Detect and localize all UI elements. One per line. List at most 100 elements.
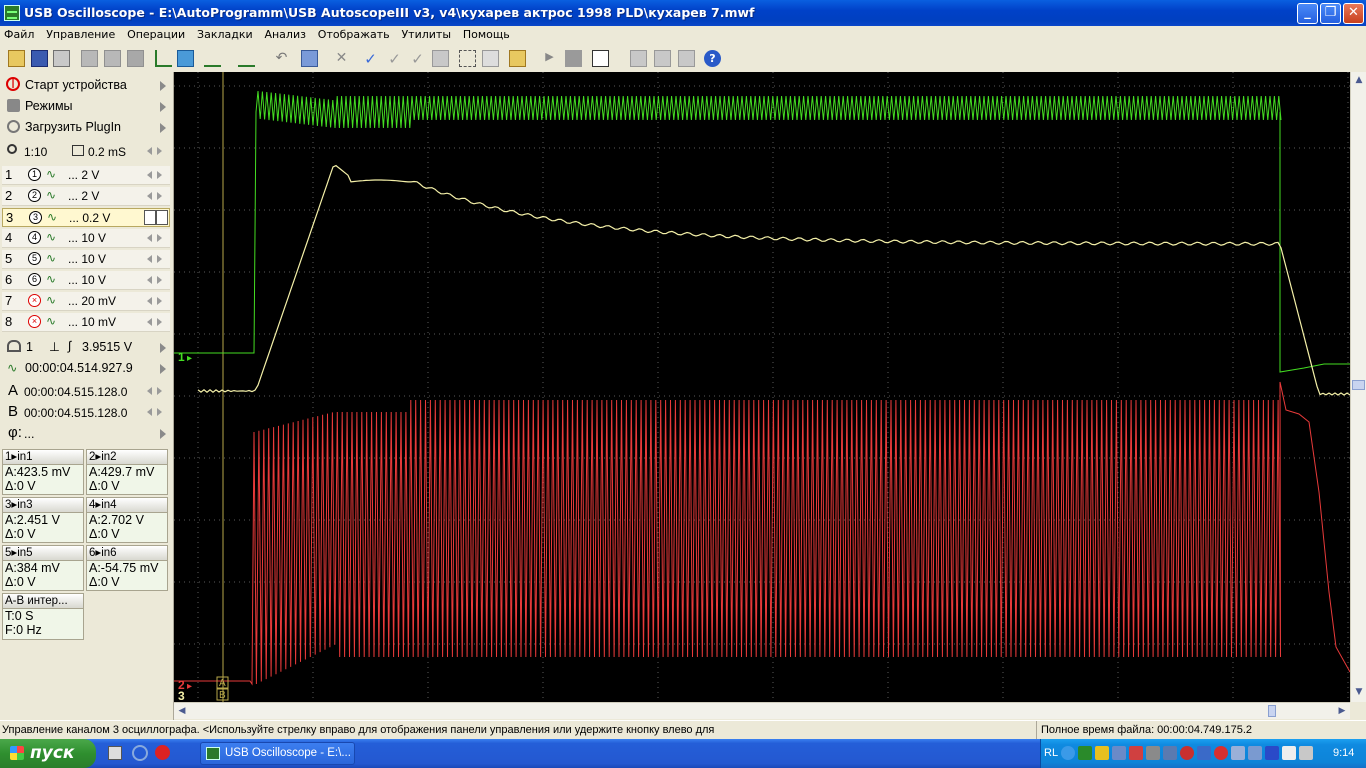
alert-icon[interactable] xyxy=(1129,746,1143,760)
paste-icon[interactable] xyxy=(104,50,121,67)
channel-toggle[interactable]: 5 xyxy=(28,252,41,265)
chevron-left-icon[interactable] xyxy=(147,147,152,155)
channel-sensitivity[interactable]: ... 10 mV xyxy=(68,315,116,329)
undo-icon[interactable]: ↶ xyxy=(273,50,290,67)
chevron-right-icon[interactable] xyxy=(157,255,162,263)
taskbar-task-oscilloscope[interactable]: USB Oscilloscope - E:\... xyxy=(200,742,355,765)
chevron-left-icon[interactable] xyxy=(147,171,152,179)
waveform-plot[interactable]: 1 ▸ 2 ▸ 3 A B xyxy=(174,72,1350,702)
coupling-icon[interactable]: ∿ xyxy=(46,251,56,265)
chevron-left-icon[interactable] xyxy=(147,192,152,200)
measure-box-in4[interactable]: 4▸in4 A:2.702 V Δ:0 V xyxy=(86,497,168,543)
menu-file[interactable]: Файл xyxy=(0,26,38,41)
copy-icon[interactable] xyxy=(81,50,98,67)
marker-icon[interactable] xyxy=(177,50,194,67)
language-indicator[interactable]: RL xyxy=(1044,747,1058,759)
monitor-icon[interactable] xyxy=(1112,746,1126,760)
chevron-left-icon[interactable] xyxy=(147,234,152,242)
interval-box[interactable]: A-B интер... T:0 S F:0 Hz xyxy=(2,593,84,640)
chat-icon[interactable] xyxy=(1231,746,1245,760)
page-icon[interactable] xyxy=(432,50,449,67)
channel-1-marker[interactable]: 1 xyxy=(178,350,185,364)
coupling-icon[interactable]: ∿ xyxy=(46,230,56,244)
network-icon[interactable] xyxy=(1078,746,1092,760)
coupling-icon[interactable]: ∿ xyxy=(46,293,56,307)
chevron-left-icon[interactable] xyxy=(147,297,152,305)
check-icon[interactable]: ✓ xyxy=(362,50,379,68)
phase-value[interactable]: ... xyxy=(24,427,34,441)
channel-sensitivity[interactable]: ... 2 V xyxy=(68,189,99,203)
chevron-left-icon[interactable] xyxy=(147,276,152,284)
measure-box-in5[interactable]: 5▸in5 A:384 mV Δ:0 V xyxy=(2,545,84,591)
timebase-value[interactable]: 0.2 mS xyxy=(88,145,126,159)
channel-row-2[interactable]: 2 2 ∿ ... 2 V xyxy=(2,187,170,206)
text-icon[interactable] xyxy=(592,50,609,67)
opera-tray-icon[interactable] xyxy=(1214,746,1228,760)
coupling-icon[interactable]: ∿ xyxy=(46,167,56,181)
device-icon[interactable] xyxy=(1163,746,1177,760)
close-button[interactable]: ✕ xyxy=(1343,3,1364,24)
scroll-left-icon[interactable]: ◀ xyxy=(174,703,190,719)
channel-toggle[interactable]: × xyxy=(28,315,41,328)
save-icon[interactable] xyxy=(31,50,48,67)
play-icon[interactable]: ▶ xyxy=(541,50,558,67)
vertical-scrollbar[interactable]: ▲ ▼ xyxy=(1350,72,1366,702)
zoom-value[interactable]: 1:10 xyxy=(24,145,47,159)
menu-analysis[interactable]: Анализ xyxy=(260,26,310,41)
channel-3-marker[interactable]: 3 xyxy=(178,689,185,702)
channel-icon[interactable] xyxy=(204,50,221,67)
chevron-right-icon[interactable] xyxy=(157,408,162,416)
check2-icon[interactable]: ✓ xyxy=(386,50,403,68)
trigger-time[interactable]: 00:00:04.514.927.9 xyxy=(25,361,133,375)
channel-sensitivity[interactable]: ... 10 V xyxy=(68,252,106,266)
modes-item[interactable]: Режимы xyxy=(2,97,170,117)
channel-toggle[interactable]: × xyxy=(28,294,41,307)
channel-sensitivity[interactable]: ... 10 V xyxy=(68,273,106,287)
chevron-right-icon[interactable] xyxy=(157,297,162,305)
browser-icon[interactable] xyxy=(132,745,148,761)
channel-row-6[interactable]: 6 6 ∿ ... 10 V xyxy=(2,271,170,290)
chevron-right-icon[interactable] xyxy=(157,234,162,242)
graph-icon[interactable] xyxy=(630,50,647,67)
coupling-icon[interactable]: ∿ xyxy=(46,314,56,328)
chevron-right-icon[interactable] xyxy=(157,192,162,200)
channel2-icon[interactable] xyxy=(238,50,255,67)
trigger-channel[interactable]: 1 xyxy=(26,340,33,354)
scroll-thumb[interactable] xyxy=(1268,705,1276,717)
title-bar[interactable]: USB Oscilloscope - E:\AutoProgramm\USB A… xyxy=(0,0,1366,26)
chevron-right-icon[interactable] xyxy=(157,171,162,179)
chevron-left-icon[interactable] xyxy=(147,255,152,263)
channel-sensitivity[interactable]: ... 10 V xyxy=(68,231,106,245)
folder-icon[interactable] xyxy=(509,50,526,67)
usb-icon[interactable] xyxy=(1248,746,1262,760)
volume-icon[interactable] xyxy=(1197,746,1211,760)
channel-toggle[interactable]: 2 xyxy=(28,189,41,202)
edge-icon[interactable]: ⊥ xyxy=(49,339,60,354)
cursor-a-time[interactable]: 00:00:04.515.128.0 xyxy=(24,385,127,399)
coupling-icon[interactable]: ∿ xyxy=(47,210,57,224)
help-icon[interactable]: ? xyxy=(704,50,721,67)
chevron-right-icon[interactable] xyxy=(157,318,162,326)
start-button[interactable]: пуск xyxy=(0,739,96,768)
trigger-time-row[interactable]: ∿ 00:00:04.514.927.9 xyxy=(2,359,170,379)
measure-box-in3[interactable]: 3▸in3 A:2.451 V Δ:0 V xyxy=(2,497,84,543)
delete-icon[interactable]: ✕ xyxy=(333,50,350,67)
horizontal-scrollbar[interactable]: ◀ ▶ xyxy=(174,702,1350,719)
cursor-a-row[interactable]: A 00:00:04.515.128.0 xyxy=(2,382,170,402)
zoom-icon[interactable] xyxy=(301,50,318,67)
channel-sensitivity[interactable]: ... 0.2 V xyxy=(69,211,110,225)
fit-icon[interactable] xyxy=(459,50,476,67)
menu-bookmarks[interactable]: Закладки xyxy=(193,26,257,41)
scroll-right-icon[interactable]: ▶ xyxy=(1334,703,1350,719)
menu-operations[interactable]: Операции xyxy=(123,26,189,41)
cursor-b-row[interactable]: B 00:00:04.515.128.0 xyxy=(2,403,170,423)
trigger-level[interactable]: 3.9515 V xyxy=(82,340,132,354)
chevron-left-icon[interactable] xyxy=(147,387,152,395)
grid-icon[interactable] xyxy=(654,50,671,67)
power-tray-icon[interactable] xyxy=(1299,746,1313,760)
coupling-icon[interactable]: ∿ xyxy=(46,272,56,286)
chevron-right-icon[interactable] xyxy=(157,147,162,155)
load-plugin-item[interactable]: Загрузить PlugIn xyxy=(2,118,170,138)
opera-icon[interactable] xyxy=(155,745,170,760)
grid2-icon[interactable] xyxy=(678,50,695,67)
